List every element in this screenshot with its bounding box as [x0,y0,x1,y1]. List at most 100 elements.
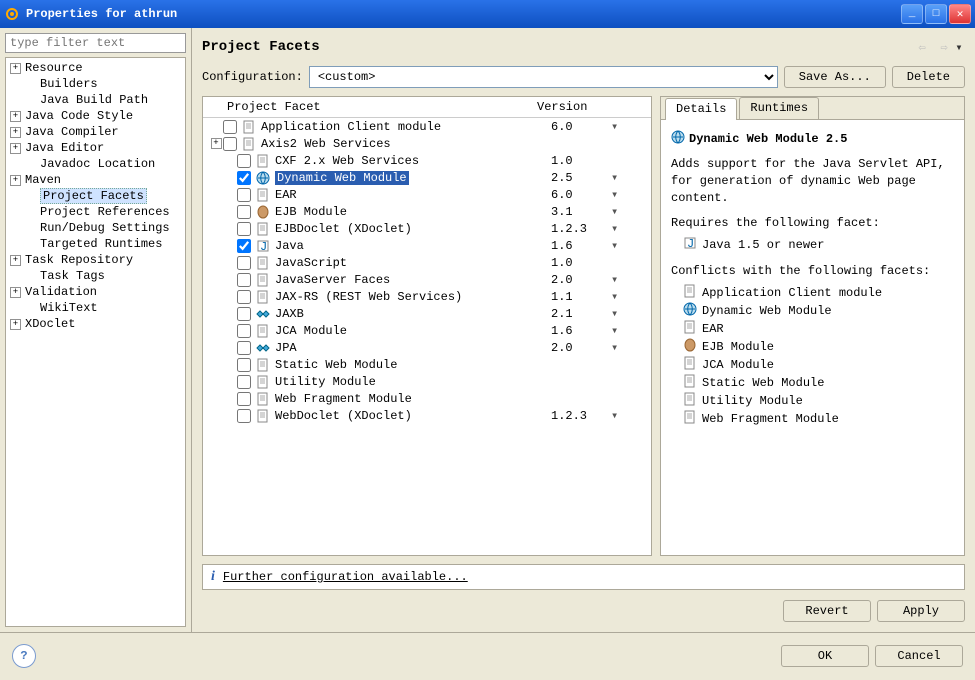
sidebar-item-xdoclet[interactable]: +XDoclet [6,316,185,332]
version-dropdown-icon[interactable]: ▾ [611,306,651,321]
minimize-button[interactable]: _ [901,4,923,24]
col-project-facet[interactable]: Project Facet [203,97,531,117]
version-dropdown-icon[interactable]: ▾ [611,204,651,219]
facet-checkbox[interactable] [237,273,251,287]
sidebar-item-builders[interactable]: Builders [6,76,185,92]
version-dropdown-icon[interactable]: ▾ [611,170,651,185]
facet-checkbox[interactable] [237,341,251,355]
sidebar-item-java-build-path[interactable]: Java Build Path [6,92,185,108]
facet-row[interactable]: Utility Module [203,373,651,390]
facet-checkbox[interactable] [223,137,237,151]
further-config-link[interactable]: Further configuration available... [223,570,468,584]
version-dropdown-icon[interactable]: ▾ [611,272,651,287]
expand-icon[interactable]: + [10,175,21,186]
delete-button[interactable]: Delete [892,66,965,88]
sidebar-item-javadoc-location[interactable]: Javadoc Location [6,156,185,172]
sidebar-item-java-compiler[interactable]: +Java Compiler [6,124,185,140]
version-dropdown-icon[interactable]: ▾ [611,187,651,202]
save-as-button[interactable]: Save As... [784,66,886,88]
facet-row[interactable]: JAXB2.1▾ [203,305,651,322]
expand-icon[interactable]: + [10,319,21,330]
expand-icon[interactable]: + [211,138,222,149]
facet-checkbox[interactable] [237,188,251,202]
facet-row[interactable]: EAR6.0▾ [203,186,651,203]
expand-icon[interactable]: + [10,287,21,298]
version-dropdown-icon[interactable]: ▾ [611,323,651,338]
apply-button[interactable]: Apply [877,600,965,622]
facet-checkbox[interactable] [237,358,251,372]
category-tree[interactable]: +ResourceBuildersJava Build Path+Java Co… [5,57,186,627]
sidebar-item-java-code-style[interactable]: +Java Code Style [6,108,185,124]
version-dropdown-icon[interactable]: ▾ [611,221,651,236]
facet-name: Web Fragment Module [275,392,551,406]
sidebar-item-task-tags[interactable]: Task Tags [6,268,185,284]
sidebar-item-java-editor[interactable]: +Java Editor [6,140,185,156]
facet-row[interactable]: JavaServer Faces2.0▾ [203,271,651,288]
facet-checkbox[interactable] [237,154,251,168]
facet-checkbox[interactable] [223,120,237,134]
configuration-select[interactable]: <custom> [309,66,778,88]
sidebar-item-wikitext[interactable]: WikiText [6,300,185,316]
sidebar-item-run-debug-settings[interactable]: Run/Debug Settings [6,220,185,236]
facet-row[interactable]: Static Web Module [203,356,651,373]
version-dropdown-icon[interactable]: ▾ [611,119,651,134]
tab-details[interactable]: Details [665,98,737,120]
facet-row[interactable]: +Axis2 Web Services [203,135,651,152]
facet-row[interactable]: JAX-RS (REST Web Services)1.1▾ [203,288,651,305]
sidebar-item-project-facets[interactable]: Project Facets [6,188,185,204]
facet-checkbox[interactable] [237,222,251,236]
close-button[interactable]: ✕ [949,4,971,24]
facet-row[interactable]: JJava1.6▾ [203,237,651,254]
facet-checkbox[interactable] [237,324,251,338]
facet-checkbox[interactable] [237,392,251,406]
expand-icon[interactable]: + [10,255,21,266]
facet-row[interactable]: WebDoclet (XDoclet)1.2.3▾ [203,407,651,424]
facet-checkbox[interactable] [237,171,251,185]
facet-row[interactable]: Application Client module6.0▾ [203,118,651,135]
facet-row[interactable]: Web Fragment Module [203,390,651,407]
facet-row[interactable]: JPA2.0▾ [203,339,651,356]
sidebar-item-targeted-runtimes[interactable]: Targeted Runtimes [6,236,185,252]
revert-button[interactable]: Revert [783,600,871,622]
facet-row[interactable]: JCA Module1.6▾ [203,322,651,339]
sidebar-item-project-references[interactable]: Project References [6,204,185,220]
maximize-button[interactable]: □ [925,4,947,24]
sidebar-item-task-repository[interactable]: +Task Repository [6,252,185,268]
forward-arrow-icon[interactable]: ⇨ [935,38,953,56]
sidebar-item-maven[interactable]: +Maven [6,172,185,188]
filter-input[interactable] [5,33,186,53]
facet-checkbox[interactable] [237,307,251,321]
facet-row[interactable]: EJBDoclet (XDoclet)1.2.3▾ [203,220,651,237]
view-menu-icon[interactable]: ▾ [953,38,965,56]
cancel-button[interactable]: Cancel [875,645,963,667]
facet-checkbox[interactable] [237,290,251,304]
facet-checkbox[interactable] [237,205,251,219]
facet-name: Dynamic Web Module [275,171,551,185]
facet-version: 6.0 [551,120,611,134]
version-dropdown-icon[interactable]: ▾ [611,238,651,253]
back-arrow-icon[interactable]: ⇦ [913,38,931,56]
info-bar[interactable]: i Further configuration available... [202,564,965,590]
help-button[interactable]: ? [12,644,36,668]
expand-icon[interactable]: + [10,143,21,154]
expand-icon[interactable]: + [10,127,21,138]
expand-icon[interactable]: + [10,63,21,74]
sidebar-item-resource[interactable]: +Resource [6,60,185,76]
tab-runtimes[interactable]: Runtimes [739,97,819,119]
facet-row[interactable]: EJB Module3.1▾ [203,203,651,220]
facet-row[interactable]: JavaScript1.0 [203,254,651,271]
facet-checkbox[interactable] [237,409,251,423]
version-dropdown-icon[interactable]: ▾ [611,289,651,304]
facet-checkbox[interactable] [237,256,251,270]
ok-button[interactable]: OK [781,645,869,667]
facets-list[interactable]: Application Client module6.0▾+Axis2 Web … [203,118,651,555]
version-dropdown-icon[interactable]: ▾ [611,340,651,355]
expand-icon[interactable]: + [10,111,21,122]
version-dropdown-icon[interactable]: ▾ [611,408,651,423]
facet-checkbox[interactable] [237,239,251,253]
facet-row[interactable]: CXF 2.x Web Services1.0 [203,152,651,169]
facet-checkbox[interactable] [237,375,251,389]
facet-row[interactable]: Dynamic Web Module2.5▾ [203,169,651,186]
sidebar-item-validation[interactable]: +Validation [6,284,185,300]
col-version[interactable]: Version [531,97,651,117]
